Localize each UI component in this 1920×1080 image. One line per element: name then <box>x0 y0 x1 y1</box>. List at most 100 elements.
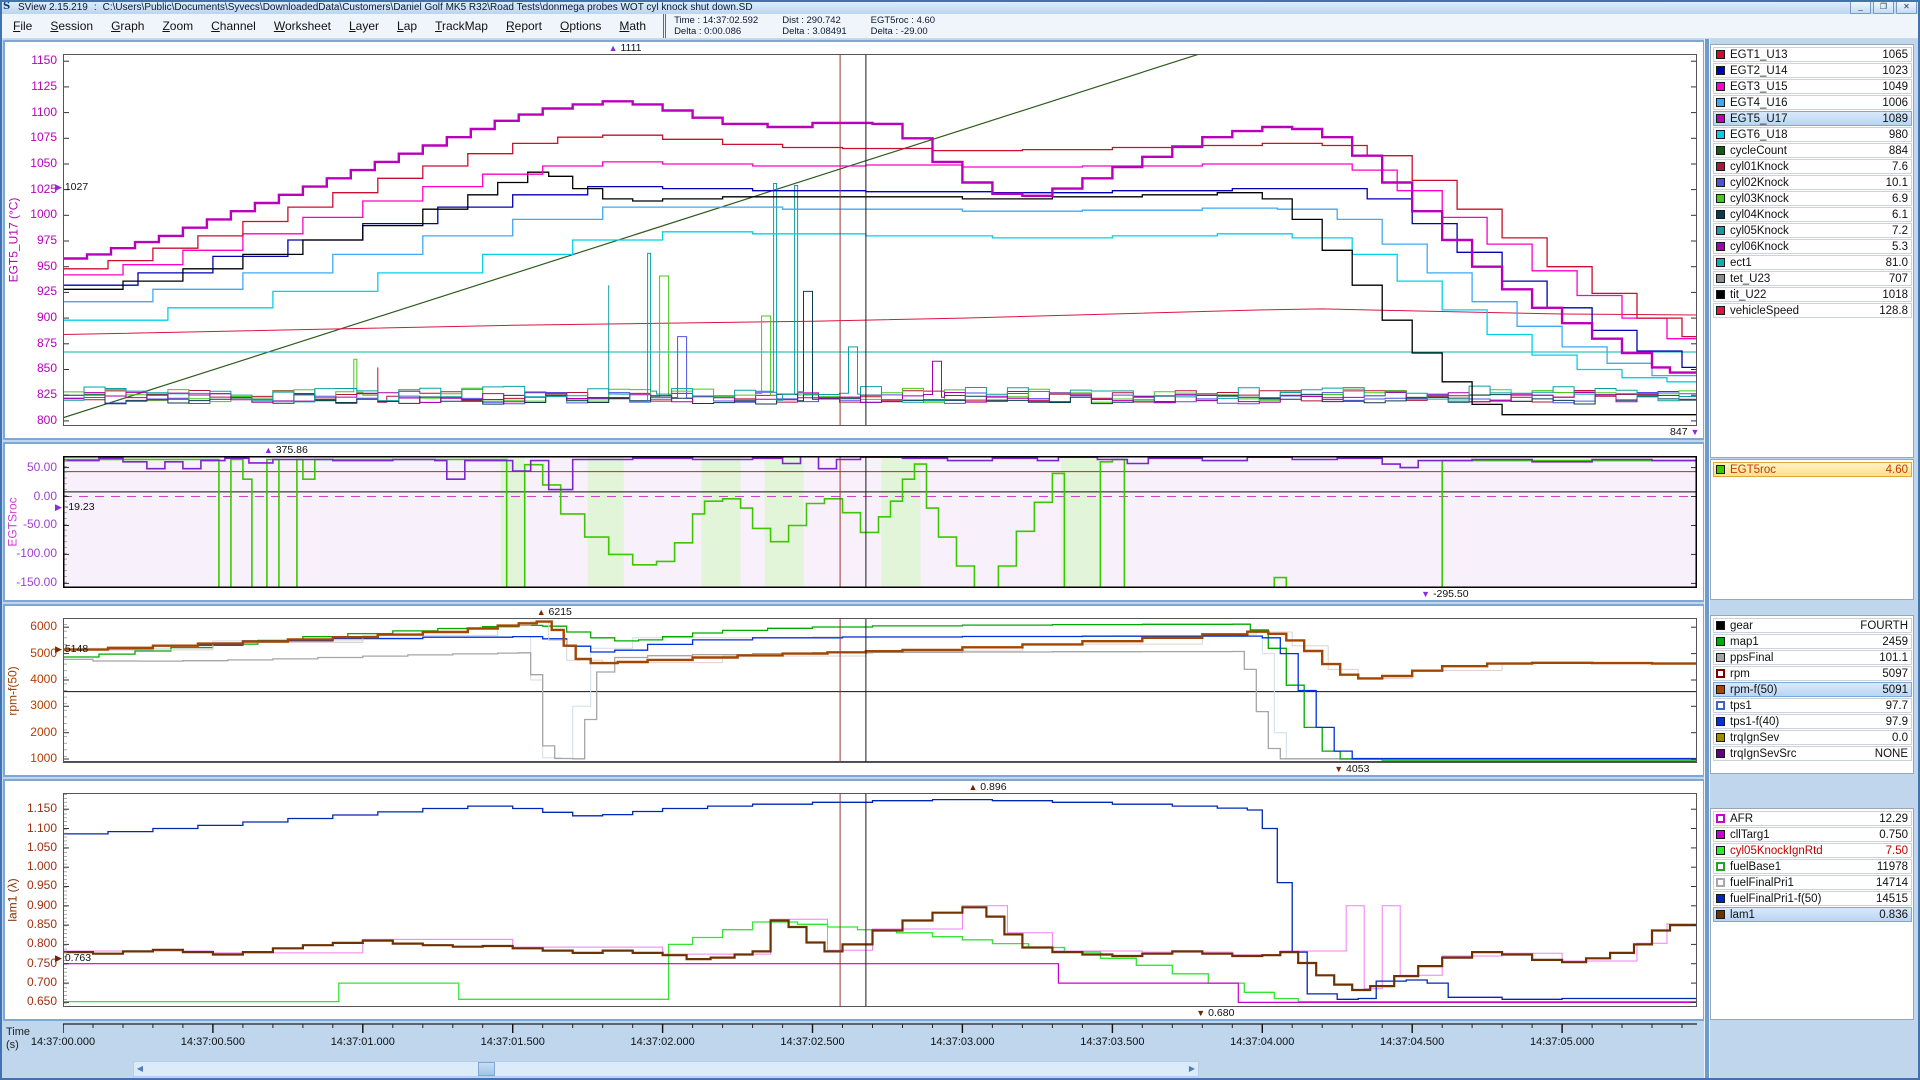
menu-item-zoom[interactable]: Zoom <box>153 16 202 36</box>
plot-area-lam[interactable] <box>63 793 1697 1007</box>
channel-value: 884 <box>1889 145 1908 157</box>
channel-color-swatch <box>1716 50 1725 59</box>
y-tick-label: 0.750 <box>5 957 57 970</box>
menu-item-session[interactable]: Session <box>41 16 102 36</box>
scrollbar-thumb[interactable] <box>478 1062 495 1076</box>
channel-row-trqIgnSevSrc[interactable]: trqIgnSevSrcNONE <box>1713 746 1912 761</box>
channel-value: 5097 <box>1882 668 1908 680</box>
channel-row-tps1[interactable]: tps197.7 <box>1713 698 1912 713</box>
channel-color-swatch <box>1716 637 1725 646</box>
channel-row-fuelFinalPri1-f(50)[interactable]: fuelFinalPri1-f(50)14515 <box>1713 891 1912 906</box>
menu-item-report[interactable]: Report <box>497 16 551 36</box>
series-EGT5_U17 <box>63 101 1697 372</box>
y-tick-label: 6000 <box>5 620 57 633</box>
channel-row-AFR[interactable]: AFR12.29 <box>1713 811 1912 826</box>
series-AFR <box>63 906 1697 989</box>
menu-item-worksheet[interactable]: Worksheet <box>265 16 340 36</box>
channel-row-cyl04Knock[interactable]: cyl04Knock6.1 <box>1713 207 1912 222</box>
channel-row-cllTarg1[interactable]: cllTarg10.750 <box>1713 827 1912 842</box>
channel-list-lambda: AFR12.29cllTarg10.750cyl05KnockIgnRtd7.5… <box>1710 808 1914 1020</box>
channel-row-vehicleSpeed[interactable]: vehicleSpeed128.8 <box>1713 303 1912 318</box>
menu-item-math[interactable]: Math <box>610 16 655 36</box>
series-EGT6_U18 <box>63 232 1697 384</box>
app-logo-icon: S <box>3 2 14 12</box>
menu-item-file[interactable]: File <box>4 16 41 36</box>
menu-bar: FileSessionGraphZoomChannelWorksheetLaye… <box>0 14 1920 39</box>
channel-row-cyl01Knock[interactable]: cyl01Knock7.6 <box>1713 159 1912 174</box>
maximize-button[interactable]: ❐ <box>1873 1 1894 14</box>
channel-row-EGT5_U17[interactable]: EGT5_U171089 <box>1713 111 1912 126</box>
channel-row-cyl06Knock[interactable]: cyl06Knock5.3 <box>1713 239 1912 254</box>
menu-item-options[interactable]: Options <box>551 16 610 36</box>
channel-row-cyl05KnockIgnRtd[interactable]: cyl05KnockIgnRtd7.50 <box>1713 843 1912 858</box>
channel-row-rpm[interactable]: rpm5097 <box>1713 666 1912 681</box>
channel-row-ppsFinal[interactable]: ppsFinal101.1 <box>1713 650 1912 665</box>
series-fuelFinalPri1-f(50) <box>63 800 1697 1000</box>
channel-row-tps1-f(40)[interactable]: tps1-f(40)97.9 <box>1713 714 1912 729</box>
menu-item-layer[interactable]: Layer <box>340 16 388 36</box>
channel-row-tet_U23[interactable]: tet_U23707 <box>1713 271 1912 286</box>
scroll-left-icon[interactable]: ◀ <box>134 1062 146 1076</box>
channel-name: tet_U23 <box>1730 273 1889 285</box>
channel-row-cyl05Knock[interactable]: cyl05Knock7.2 <box>1713 223 1912 238</box>
channel-name: rpm <box>1730 668 1882 680</box>
channel-row-EGT2_U14[interactable]: EGT2_U141023 <box>1713 63 1912 78</box>
channel-row-rpm-f(50)[interactable]: rpm-f(50)5091 <box>1713 682 1912 697</box>
y-tick-label: 825 <box>5 388 57 401</box>
plot-area-rpm[interactable] <box>63 618 1697 763</box>
value-marker: 847 ▼ <box>1670 426 1699 438</box>
channel-row-cyl02Knock[interactable]: cyl02Knock10.1 <box>1713 175 1912 190</box>
channel-row-tit_U22[interactable]: tit_U221018 <box>1713 287 1912 302</box>
close-button[interactable]: ✕ <box>1896 1 1917 14</box>
menu-item-trackmap[interactable]: TrackMap <box>426 16 497 36</box>
time-axis: 14:37:00.00014:37:00.50014:37:01.00014:3… <box>63 1023 1697 1061</box>
y-tick-label: -100.00 <box>5 547 57 560</box>
channel-row-lam1[interactable]: lam10.836 <box>1713 907 1912 922</box>
channel-row-EGT1_U13[interactable]: EGT1_U131065 <box>1713 47 1912 62</box>
scroll-right-icon[interactable]: ▶ <box>1186 1062 1198 1076</box>
minimize-button[interactable]: _ <box>1850 1 1871 14</box>
channel-name: trqIgnSevSrc <box>1730 748 1875 760</box>
channel-name: ppsFinal <box>1730 652 1879 664</box>
channel-value: 5.3 <box>1892 241 1908 253</box>
plot-area-egtsroc[interactable] <box>63 456 1697 588</box>
channel-row-EGT5roc[interactable]: EGT5roc4.60 <box>1713 462 1912 477</box>
channel-row-fuelFinalPri1[interactable]: fuelFinalPri114714 <box>1713 875 1912 890</box>
time-tick-label: 14:37:01.500 <box>463 1036 563 1048</box>
value-marker: ▼ 4053 <box>1334 763 1369 775</box>
channel-list-egt: EGT1_U131065EGT2_U141023EGT3_U151049EGT4… <box>1710 44 1914 458</box>
series-EGTSroc <box>63 456 1697 490</box>
channel-row-cyl03Knock[interactable]: cyl03Knock6.9 <box>1713 191 1912 206</box>
y-tick-label: 1025 <box>5 183 57 196</box>
menu-item-lap[interactable]: Lap <box>388 16 426 36</box>
channel-row-ect1[interactable]: ect181.0 <box>1713 255 1912 270</box>
y-tick-label: 4000 <box>5 673 57 686</box>
menu-item-channel[interactable]: Channel <box>202 16 265 36</box>
time-tick-label: 14:37:00.500 <box>163 1036 263 1048</box>
channel-name: EGT3_U15 <box>1730 81 1882 93</box>
channel-row-map1[interactable]: map12459 <box>1713 634 1912 649</box>
channel-name: EGT5_U17 <box>1730 113 1882 125</box>
value-marker: ▼ 0.680 <box>1196 1007 1234 1019</box>
series-vehicleSpeed <box>63 309 1697 335</box>
plot-area-egt[interactable] <box>63 54 1697 426</box>
channel-row-gear[interactable]: gearFOURTH <box>1713 618 1912 633</box>
channel-row-EGT4_U16[interactable]: EGT4_U161006 <box>1713 95 1912 110</box>
channel-value: 707 <box>1889 273 1908 285</box>
channel-value: 1006 <box>1882 97 1908 109</box>
channel-row-trqIgnSev[interactable]: trqIgnSev0.0 <box>1713 730 1912 745</box>
series-EGT4_U16 <box>63 207 1697 382</box>
channel-color-swatch <box>1716 733 1725 742</box>
channel-row-cycleCount[interactable]: cycleCount884 <box>1713 143 1912 158</box>
y-tick-label: 1125 <box>5 80 57 93</box>
chart-svg-egtsroc <box>63 456 1697 588</box>
channel-color-swatch <box>1716 210 1725 219</box>
time-scrollbar[interactable]: ◀ ▶ <box>133 1061 1199 1077</box>
title-bar[interactable]: S SView 2.15.219:C:\Users\Public\Documen… <box>0 0 1920 15</box>
channel-row-EGT3_U15[interactable]: EGT3_U151049 <box>1713 79 1912 94</box>
menu-item-graph[interactable]: Graph <box>102 16 153 36</box>
channel-color-swatch <box>1716 290 1725 299</box>
channel-row-EGT6_U18[interactable]: EGT6_U18980 <box>1713 127 1912 142</box>
channel-name: EGT6_U18 <box>1730 129 1889 141</box>
channel-row-fuelBase1[interactable]: fuelBase111978 <box>1713 859 1912 874</box>
